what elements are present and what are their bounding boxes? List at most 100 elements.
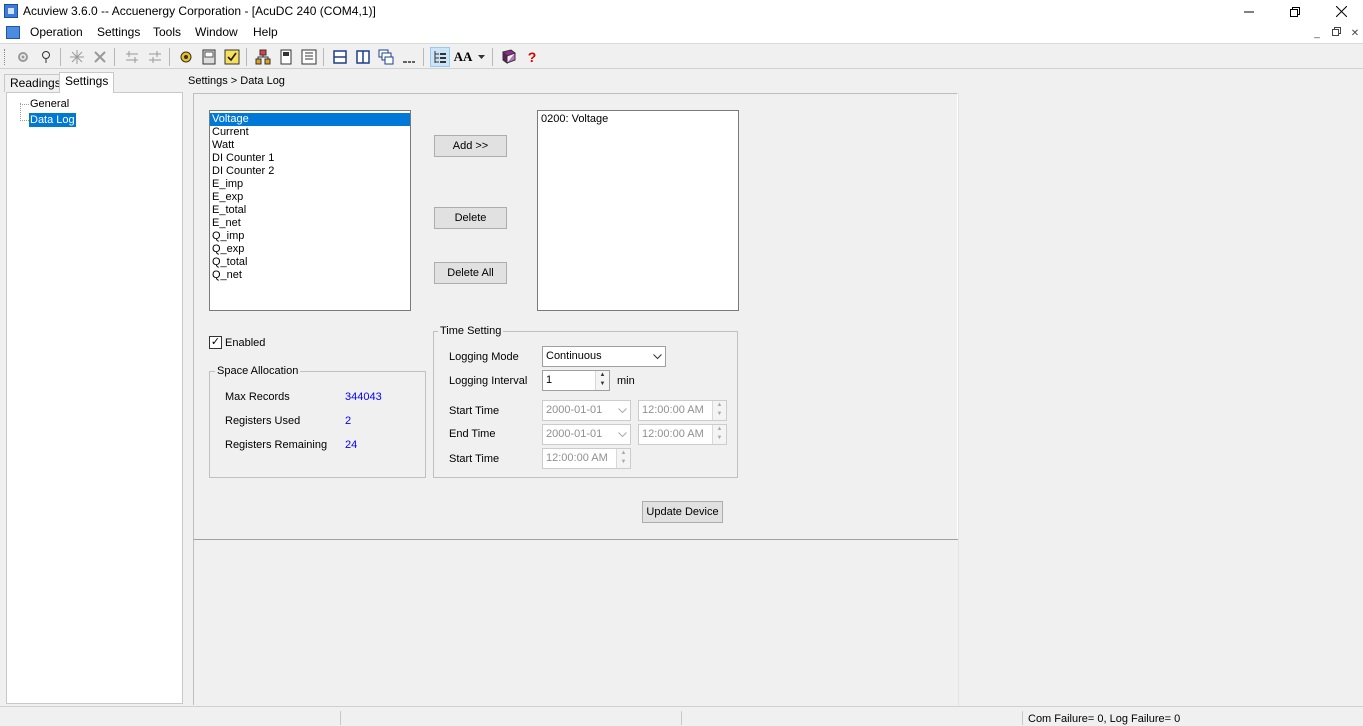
status-bar: Com Failure= 0, Log Failure= 0 xyxy=(0,706,1363,726)
tree-connector xyxy=(20,103,21,121)
end-time-stepper[interactable]: 12:00:00 AM ▲ ▼ xyxy=(638,424,727,445)
spin-arrows-icon[interactable]: ▲ ▼ xyxy=(712,401,726,420)
spin-arrows-icon[interactable]: ▲ ▼ xyxy=(712,425,726,444)
settings-gear-icon[interactable] xyxy=(176,47,196,67)
logging-mode-select[interactable]: Continuous xyxy=(542,346,666,367)
list-item[interactable]: E_total xyxy=(210,204,410,217)
close-button[interactable] xyxy=(1318,0,1363,23)
list-item[interactable]: Q_net xyxy=(210,269,410,282)
list-item[interactable]: Q_exp xyxy=(210,243,410,256)
settings-tree: General Data Log xyxy=(6,92,183,704)
list-item[interactable]: DI Counter 2 xyxy=(210,165,410,178)
toolbar-separator xyxy=(169,48,170,66)
update-device-button[interactable]: Update Device xyxy=(642,501,723,523)
menu-settings[interactable]: Settings xyxy=(97,25,140,39)
registers-remaining-value: 24 xyxy=(345,439,358,451)
available-registers-list[interactable]: Voltage Current Watt DI Counter 1 DI Cou… xyxy=(209,110,411,311)
tile-vertical-icon[interactable] xyxy=(353,47,373,67)
spin-arrows-icon[interactable]: ▲ ▼ xyxy=(595,371,609,390)
app-icon xyxy=(4,4,18,18)
disconnect-icon[interactable] xyxy=(90,47,110,67)
selected-registers-list[interactable]: 0200: Voltage xyxy=(537,110,739,311)
tab-readings[interactable]: Readings xyxy=(4,74,67,92)
mdi-close-button[interactable]: ✕ xyxy=(1348,27,1362,40)
toolbar-separator xyxy=(60,48,61,66)
sparkle-icon[interactable] xyxy=(67,47,87,67)
end-date-value: 2000-01-01 xyxy=(546,428,603,440)
list-item[interactable]: Q_imp xyxy=(210,230,410,243)
start-time-label: Start Time xyxy=(449,405,500,417)
add-button[interactable]: Add >> xyxy=(434,135,507,157)
time-setting-title: Time Setting xyxy=(438,325,504,337)
list-item[interactable]: Watt xyxy=(210,139,410,152)
toolbar-separator xyxy=(323,48,324,66)
device-icon[interactable] xyxy=(199,47,219,67)
minimize-all-icon[interactable] xyxy=(399,47,419,67)
start-time-2-stepper[interactable]: 12:00:00 AM ▲ ▼ xyxy=(542,448,631,469)
enabled-checkbox[interactable]: ✓ xyxy=(209,336,222,349)
end-date-picker[interactable]: 2000-01-01 xyxy=(542,424,631,445)
tree-item-data-log[interactable]: Data Log xyxy=(28,112,77,128)
tile-horizontal-icon[interactable] xyxy=(330,47,350,67)
list-item[interactable]: Current xyxy=(210,126,410,139)
menu-help[interactable]: Help xyxy=(253,25,278,39)
toolbar-separator xyxy=(492,48,493,66)
chevron-down-icon xyxy=(653,347,662,367)
list-item[interactable]: E_net xyxy=(210,217,410,230)
document-icon[interactable] xyxy=(6,26,20,39)
start-time-2-value: 12:00:00 AM xyxy=(546,452,608,464)
tree-view-icon[interactable] xyxy=(430,47,450,67)
delete-all-button[interactable]: Delete All xyxy=(434,262,507,284)
toolbar-separator xyxy=(423,48,424,66)
tree-connector xyxy=(20,120,29,121)
logging-interval-label: Logging Interval xyxy=(449,375,528,387)
gear-icon[interactable] xyxy=(13,47,33,67)
registers-remaining-label: Registers Remaining xyxy=(225,439,328,451)
status-text: Com Failure= 0, Log Failure= 0 xyxy=(1028,713,1181,725)
logging-mode-label: Logging Mode xyxy=(449,351,519,363)
start-date-picker[interactable]: 2000-01-01 xyxy=(542,400,631,421)
cascade-icon[interactable] xyxy=(376,47,396,67)
mdi-minimize-button[interactable]: _ xyxy=(1310,27,1324,40)
menu-operation[interactable]: Operation xyxy=(30,25,83,39)
menu-window[interactable]: Window xyxy=(195,25,238,39)
content-lower-area xyxy=(193,539,958,705)
sliders-icon[interactable] xyxy=(122,47,142,67)
network-icon[interactable] xyxy=(253,47,273,67)
logging-interval-stepper[interactable]: 1 ▲ ▼ xyxy=(542,370,610,391)
book-icon[interactable] xyxy=(499,47,519,67)
registers-used-value: 2 xyxy=(345,415,352,427)
checklist-icon[interactable] xyxy=(222,47,242,67)
dropdown-icon[interactable] xyxy=(474,47,488,67)
max-records-value: 344043 xyxy=(345,391,382,403)
restore-button[interactable] xyxy=(1272,0,1318,23)
start-time-stepper[interactable]: 12:00:00 AM ▲ ▼ xyxy=(638,400,727,421)
meter-icon[interactable] xyxy=(276,47,296,67)
mdi-restore-button[interactable] xyxy=(1329,27,1343,40)
spin-arrows-icon[interactable]: ▲ ▼ xyxy=(616,449,630,468)
bulb-icon[interactable] xyxy=(36,47,56,67)
list-item[interactable]: E_exp xyxy=(210,191,410,204)
minimize-icon xyxy=(1244,11,1254,12)
space-allocation-title: Space Allocation xyxy=(215,365,301,377)
list-item[interactable]: E_imp xyxy=(210,178,410,191)
close-icon xyxy=(1335,6,1347,17)
end-time-label: End Time xyxy=(449,428,496,440)
list-item[interactable]: 0200: Voltage xyxy=(538,113,738,126)
help-icon[interactable]: ? xyxy=(522,47,542,67)
minimize-button[interactable] xyxy=(1226,0,1272,23)
delete-button[interactable]: Delete xyxy=(434,207,507,229)
font-size-icon[interactable]: AA xyxy=(453,47,473,67)
empty-area xyxy=(958,93,1363,705)
list-item[interactable]: DI Counter 1 xyxy=(210,152,410,165)
toolbar-grip[interactable] xyxy=(4,49,7,65)
tree-item-general[interactable]: General xyxy=(29,97,70,111)
sliders-alt-icon[interactable] xyxy=(145,47,165,67)
list-item[interactable]: Voltage xyxy=(210,113,410,126)
enabled-label: Enabled xyxy=(225,337,266,349)
list-item[interactable]: Q_total xyxy=(210,256,410,269)
start-time-2-label: Start Time xyxy=(449,453,500,465)
menu-tools[interactable]: Tools xyxy=(153,25,181,39)
panel-icon[interactable] xyxy=(299,47,319,67)
tab-settings[interactable]: Settings xyxy=(59,72,115,93)
